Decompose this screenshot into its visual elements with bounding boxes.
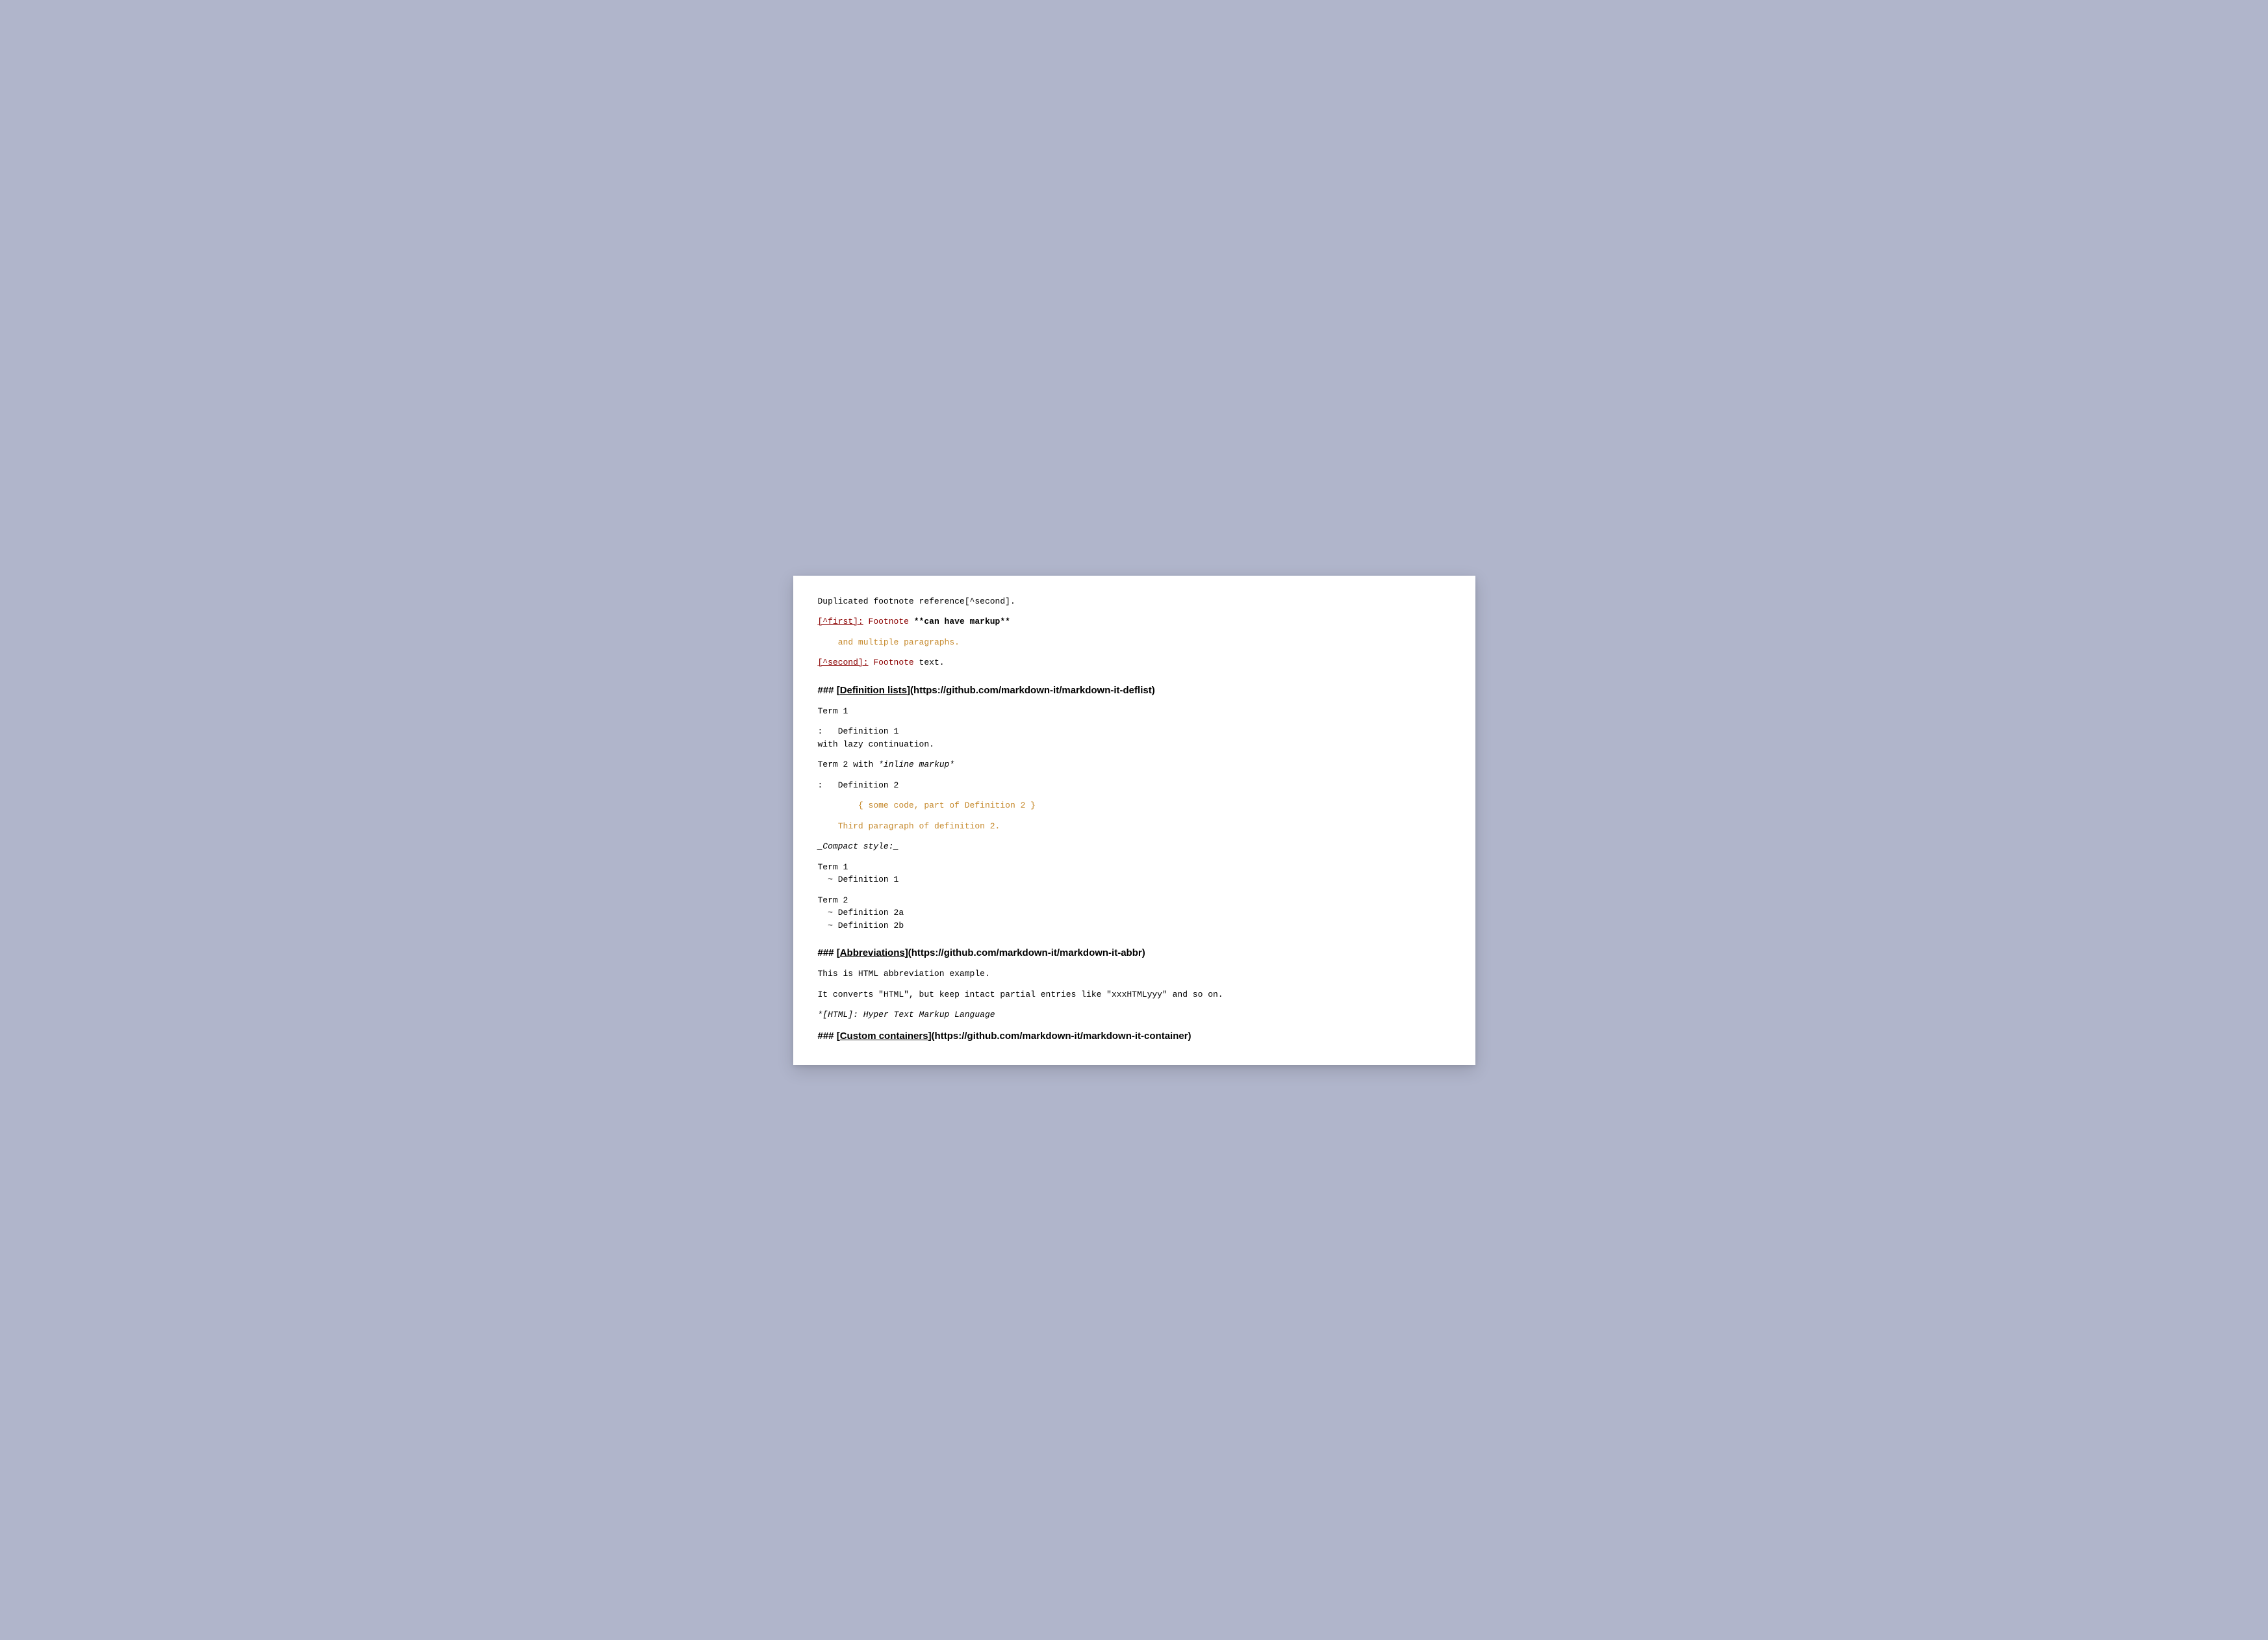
deflist-code: { some code, part of Definition 2 } xyxy=(818,799,1451,812)
footnote-first-def: [^first]: Footnote **can have markup** xyxy=(818,615,1451,628)
deflist-def1b: with lazy continuation. xyxy=(818,738,1451,751)
heading-container: ### [Custom containers](https://github.c… xyxy=(818,1029,1451,1043)
heading-deflist-link[interactable]: Definition lists xyxy=(840,685,907,696)
deflist-compact-term2: Term 2 xyxy=(818,894,1451,907)
heading-abbr-link[interactable]: Abbreviations xyxy=(840,947,905,958)
deflist-compact-def2b: ~ Definition 2b xyxy=(818,919,1451,932)
deflist-term2: Term 2 with *inline markup* xyxy=(818,758,1451,771)
footnote-second-label: [^second]: xyxy=(818,658,869,667)
abbr-line2: It converts "HTML", but keep intact part… xyxy=(818,988,1451,1001)
footnote-second-keyword: Footnote xyxy=(869,658,914,667)
footnote-first-keyword: Footnote xyxy=(863,617,914,626)
deflist-def2: : Definition 2 xyxy=(818,779,1451,792)
footnote-second-def: [^second]: Footnote text. xyxy=(818,656,1451,669)
deflist-def1a: : Definition 1 xyxy=(818,725,1451,738)
heading-container-link[interactable]: Custom containers xyxy=(840,1031,928,1042)
heading-deflist: ### [Definition lists](https://github.co… xyxy=(818,684,1451,697)
abbr-line3: *[HTML]: Hyper Text Markup Language xyxy=(818,1008,1451,1021)
deflist-para3: Third paragraph of definition 2. xyxy=(818,820,1451,833)
footnote-first-markup: **can have markup** xyxy=(914,617,1010,626)
deflist-compact-def1: ~ Definition 1 xyxy=(818,873,1451,886)
abbr-line1: This is HTML abbreviation example. xyxy=(818,967,1451,980)
deflist-term2-inline: *inline markup* xyxy=(878,760,954,769)
deflist-compact-def2a: ~ Definition 2a xyxy=(818,906,1451,919)
footnote-second-rest: text. xyxy=(914,658,945,667)
heading-abbr: ### [Abbreviations](https://github.com/m… xyxy=(818,946,1451,960)
footnote-first-para2: and multiple paragraphs. xyxy=(818,636,1451,649)
footnote-first-label: [^first]: xyxy=(818,617,863,626)
deflist-term1: Term 1 xyxy=(818,705,1451,718)
deflist-compact-term1: Term 1 xyxy=(818,861,1451,874)
deflist-compact-label: _Compact style:_ xyxy=(818,840,1451,853)
footnote-dup-ref: Duplicated footnote reference[^second]. xyxy=(818,595,1451,608)
document-page: Duplicated footnote reference[^second]. … xyxy=(793,576,1475,1065)
